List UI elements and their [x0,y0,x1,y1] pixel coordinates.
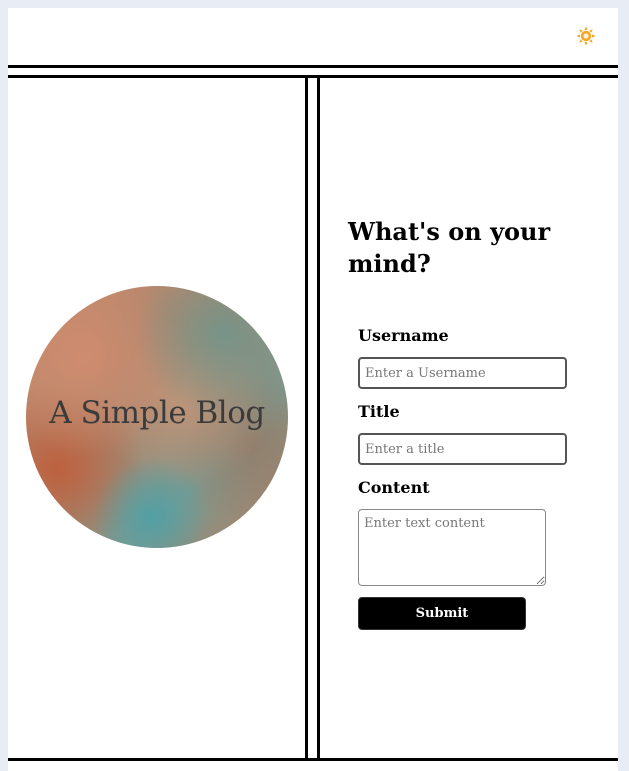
footer-divider [8,758,618,761]
content-textarea[interactable] [358,509,546,586]
header-divider-top [8,65,618,68]
title-label: Title [358,402,400,421]
theme-toggle-button[interactable] [576,26,596,46]
page: A Simple Blog What's on your mind? Usern… [8,8,618,771]
site-title: A Simple Blog [49,395,265,431]
form-heading: What's on your mind? [348,217,551,278]
column-divider-right [317,77,320,760]
username-input[interactable] [358,357,567,389]
username-label: Username [358,326,449,345]
column-divider-left [305,77,308,760]
sun-icon [576,26,596,46]
title-input[interactable] [358,433,567,465]
hero-image: A Simple Blog [26,286,288,548]
header-divider-bottom [8,75,618,78]
content-label: Content [358,478,430,497]
submit-button[interactable]: Submit [358,597,526,630]
